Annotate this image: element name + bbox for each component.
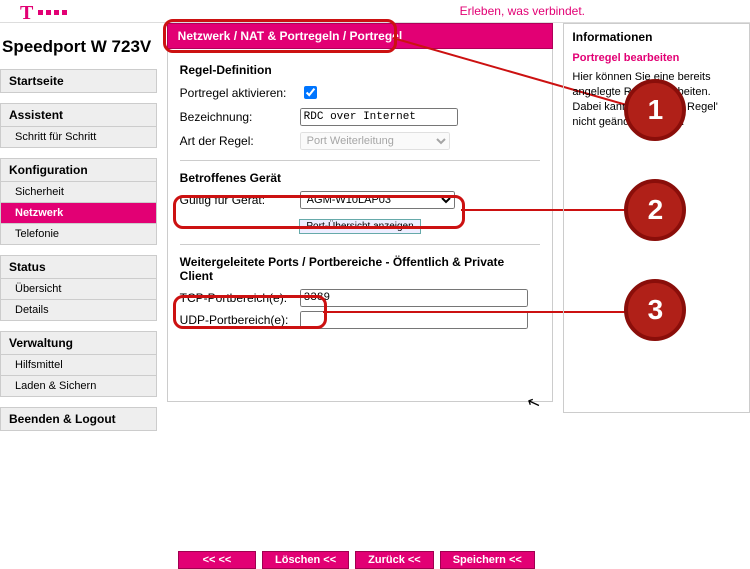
activate-label: Portregel aktivieren: [180,86,300,100]
section-ports: Weitergeleitete Ports / Portbereiche - Ö… [180,255,541,283]
sidebar-item-netzwerk[interactable]: Netzwerk [0,203,157,224]
sidebar-item-start[interactable]: Startseite [0,69,157,93]
sidebar-item-laden-sichern[interactable]: Laden & Sichern [0,376,157,397]
rule-type-select[interactable]: Port Weiterleitung [300,132,450,150]
description-input[interactable] [300,108,458,126]
tcp-port-input[interactable] [300,289,528,307]
sidebar-item-verwaltung[interactable]: Verwaltung [0,331,157,355]
rule-type-label: Art der Regel: [180,134,300,148]
section-rule-def: Regel-Definition [180,63,541,77]
tagline: Erleben, was verbindet. [460,4,585,18]
sidebar-item-hilfsmittel[interactable]: Hilfsmittel [0,355,157,376]
udp-port-input[interactable] [300,311,528,329]
first-button[interactable]: << << [178,551,256,569]
udp-label: UDP-Portbereich(e): [180,313,300,327]
info-subheading: Portregel bearbeiten [572,52,741,64]
footer-buttons: << << Löschen << Zurück << Speichern << [178,551,750,569]
info-heading: Informationen [572,30,741,44]
info-text: Hier können Sie eine bereits angelegte R… [572,70,741,130]
top-bar: T Erleben, was verbindet. [0,0,750,23]
description-label: Bezeichnung: [180,110,300,124]
back-button[interactable]: Zurück << [355,551,434,569]
sidebar-item-assistent[interactable]: Assistent [0,103,157,127]
activate-checkbox[interactable] [304,86,317,99]
sidebar-item-schritt[interactable]: Schritt für Schritt [0,127,157,148]
annotation-badge-3: 3 [624,279,686,341]
device-select[interactable]: AGM-W10LAP03 [300,191,455,209]
annotation-badge-2: 2 [624,179,686,241]
section-device: Betroffenes Gerät [180,171,541,185]
telekom-dots-icon [38,10,67,15]
breadcrumb: Netzwerk / NAT & Portregeln / Portregel [167,23,554,49]
sidebar-item-sicherheit[interactable]: Sicherheit [0,182,157,203]
port-overview-button[interactable]: Port-Übersicht anzeigen [299,219,420,234]
sidebar: Speedport W 723V Startseite Assistent Sc… [0,23,157,441]
sidebar-item-status[interactable]: Status [0,255,157,279]
tcp-label: TCP-Portbereich(e): [180,291,300,305]
sidebar-item-telefonie[interactable]: Telefonie [0,224,157,245]
main-panel: Netzwerk / NAT & Portregeln / Portregel … [167,23,554,402]
delete-button[interactable]: Löschen << [262,551,349,569]
sidebar-item-logout[interactable]: Beenden & Logout [0,407,157,431]
device-label: Gültig für Gerät: [180,193,300,207]
sidebar-item-details[interactable]: Details [0,300,157,321]
info-panel: Informationen Portregel bearbeiten Hier … [563,23,750,413]
save-button[interactable]: Speichern << [440,551,535,569]
device-title: Speedport W 723V [0,29,157,69]
sidebar-item-uebersicht[interactable]: Übersicht [0,279,157,300]
sidebar-item-konfiguration[interactable]: Konfiguration [0,158,157,182]
telekom-logo: T [20,2,33,25]
